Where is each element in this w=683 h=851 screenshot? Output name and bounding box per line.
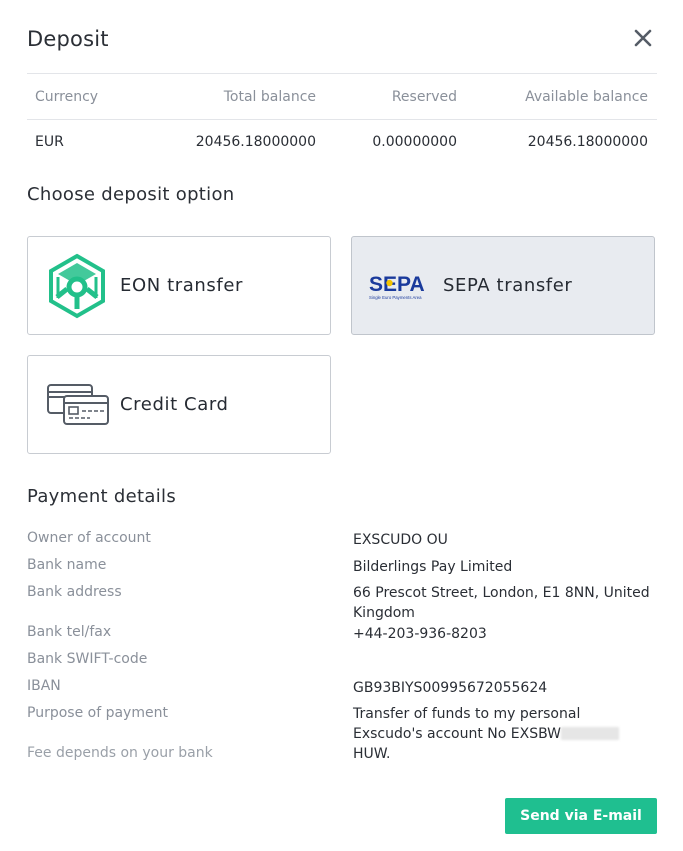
deposit-modal: Deposit Currency Total balance Reserved … xyxy=(0,0,683,851)
cell-currency: EUR xyxy=(35,134,64,150)
redacted-account-number xyxy=(561,727,620,740)
column-header-total-balance: Total balance xyxy=(223,88,316,105)
cell-reserved: 0.00000000 xyxy=(372,134,457,150)
detail-key: Bank SWIFT-code xyxy=(27,651,148,667)
close-icon xyxy=(634,29,652,51)
option-credit-card[interactable]: Credit Card xyxy=(27,355,331,454)
sepa-logo-subtext: Single Euro Payments Area xyxy=(369,294,422,300)
detail-value: +44-203-936-8203 xyxy=(353,626,487,642)
detail-key: Owner of account xyxy=(27,530,151,546)
purpose-text: Transfer of funds to my personal Exscudo… xyxy=(353,706,581,742)
option-label: Credit Card xyxy=(120,394,229,415)
option-eon-transfer[interactable]: EON transfer xyxy=(27,236,331,335)
sepa-logo-icon: SEPA Single Euro Payments Area xyxy=(369,272,433,300)
cell-available-balance: 20456.18000000 xyxy=(527,134,648,150)
column-header-currency: Currency xyxy=(35,88,99,105)
sepa-logo-text: SEPA xyxy=(369,273,425,294)
send-via-email-button[interactable]: Send via E-mail xyxy=(505,798,657,834)
table-row: EUR 20456.18000000 0.00000000 20456.1800… xyxy=(27,120,657,164)
column-header-reserved: Reserved xyxy=(391,88,457,105)
payment-details-title: Payment details xyxy=(27,486,176,507)
eon-logo-icon xyxy=(46,253,108,319)
close-button[interactable] xyxy=(629,26,657,54)
deposit-options-title: Choose deposit option xyxy=(27,184,235,205)
balance-table: Currency Total balance Reserved Availabl… xyxy=(27,73,657,164)
cell-total-balance: 20456.18000000 xyxy=(195,134,316,150)
fee-note: Fee depends on your bank xyxy=(27,745,213,761)
option-label: SEPA transfer xyxy=(443,275,573,296)
purpose-text-suffix: HUW. xyxy=(353,746,391,762)
credit-card-icon xyxy=(46,383,110,427)
detail-key: Bank name xyxy=(27,557,107,573)
detail-key: Bank tel/fax xyxy=(27,624,112,640)
option-sepa-transfer[interactable]: SEPA Single Euro Payments Area SEPA tran… xyxy=(351,236,655,335)
column-header-available-balance: Available balance xyxy=(525,88,648,105)
detail-key: IBAN xyxy=(27,678,61,694)
detail-value: Transfer of funds to my personal Exscudo… xyxy=(353,704,653,764)
detail-key: Purpose of payment xyxy=(27,705,168,721)
option-label: EON transfer xyxy=(120,275,244,296)
detail-value: 66 Prescot Street, London, E1 8NN, Unite… xyxy=(353,585,650,621)
modal-title: Deposit xyxy=(27,27,109,51)
detail-key: Bank address xyxy=(27,584,122,600)
detail-value: EXSCUDO OU xyxy=(353,532,448,548)
detail-value: GB93BIYS00995672055624 xyxy=(353,680,548,696)
detail-value: Bilderlings Pay Limited xyxy=(353,559,513,575)
table-header-row: Currency Total balance Reserved Availabl… xyxy=(27,73,657,120)
